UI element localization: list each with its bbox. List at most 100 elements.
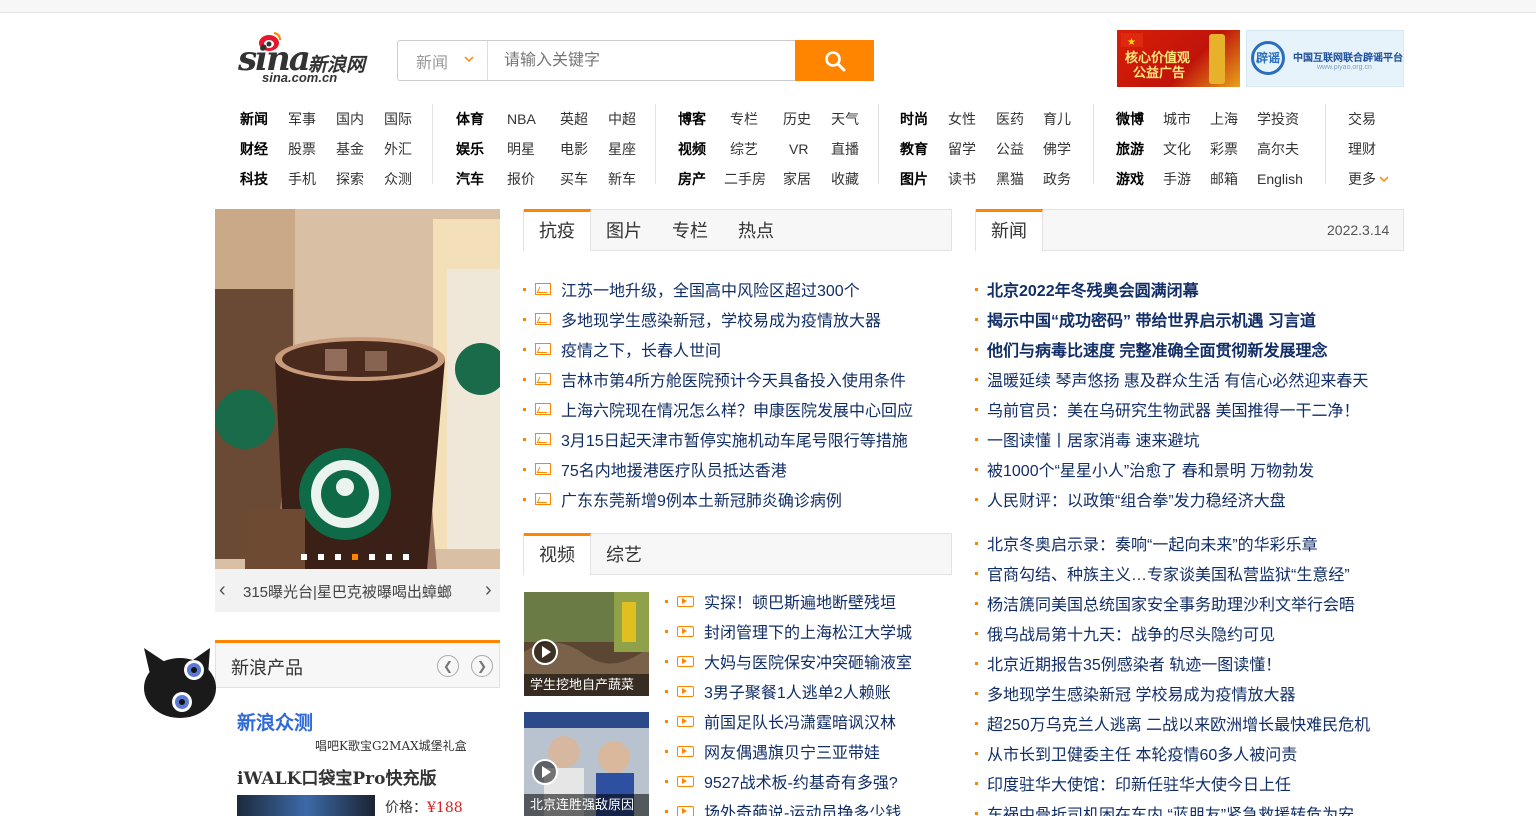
video-link[interactable]: 网友偶遇旗贝宁三亚带娃 bbox=[704, 739, 880, 763]
tab-pictures[interactable]: 图片 bbox=[591, 210, 657, 250]
news-link[interactable]: 被1000个“星星小人”治愈了 春和景明 万物勃发 bbox=[987, 457, 1314, 481]
video-link[interactable]: 实探！顿巴斯遍地断壁残垣 bbox=[704, 589, 896, 613]
news-link[interactable]: 人民财评：以政策“组合拳”发力稳经济大盘 bbox=[987, 487, 1286, 511]
nav-link[interactable]: 女性 bbox=[948, 109, 996, 129]
nav-link[interactable]: English bbox=[1257, 171, 1347, 187]
slider-caption[interactable]: 315曝光台|星巴克被曝喝出蟑螂 bbox=[243, 581, 452, 602]
nav-link[interactable]: 财经 bbox=[240, 139, 288, 159]
prev-circle-icon[interactable]: ❮ bbox=[437, 655, 459, 677]
news-link[interactable]: 多地现学生感染新冠 学校易成为疫情放大器 bbox=[987, 681, 1295, 705]
news-link[interactable]: 乌前官员：美在乌研究生物武器 美国推得一干二净！ bbox=[987, 397, 1359, 421]
nav-link[interactable]: 交易 bbox=[1348, 109, 1376, 129]
slider-dot[interactable] bbox=[335, 554, 341, 560]
nav-link[interactable]: 学投资 bbox=[1257, 109, 1347, 129]
video-link[interactable]: 前国足队长冯潇霆暗讽汉林 bbox=[704, 709, 896, 733]
nav-link[interactable]: 家居 bbox=[783, 169, 831, 189]
nav-link[interactable]: 电影 bbox=[560, 139, 608, 159]
video-link[interactable]: 场外奇葩说-运动员挣多少钱 bbox=[704, 799, 901, 816]
tab-columns[interactable]: 专栏 bbox=[657, 210, 723, 250]
nav-link[interactable]: 新车 bbox=[608, 169, 656, 189]
nav-link[interactable]: 房产 bbox=[678, 169, 724, 189]
nav-link[interactable]: 直播 bbox=[831, 139, 879, 159]
headline-link[interactable]: 北京2022年冬残奥会圆满闭幕 bbox=[987, 277, 1199, 301]
search-input[interactable] bbox=[488, 41, 796, 80]
video-link[interactable]: 封闭管理下的上海松江大学城 bbox=[704, 619, 912, 643]
nav-link[interactable]: 手游 bbox=[1163, 169, 1210, 189]
news-link[interactable]: 车祸中骨折司机困在车内 “蓝朋友”紧急救援转危为安 bbox=[987, 801, 1354, 816]
nav-link[interactable]: 时尚 bbox=[900, 109, 948, 129]
news-link[interactable]: 江苏一地升级，全国高中风险区超过300个 bbox=[561, 277, 860, 301]
tab-variety[interactable]: 综艺 bbox=[591, 534, 657, 574]
nav-link[interactable]: 二手房 bbox=[724, 169, 783, 189]
nav-link[interactable]: 理财 bbox=[1348, 139, 1376, 159]
nav-link[interactable]: 读书 bbox=[948, 169, 996, 189]
nav-link[interactable]: 邮箱 bbox=[1210, 169, 1257, 189]
nav-link[interactable]: 天气 bbox=[831, 109, 879, 129]
nav-link[interactable]: 微博 bbox=[1116, 109, 1163, 129]
slider-dot[interactable] bbox=[369, 554, 375, 560]
ad-core-values[interactable]: ★ 核心价值观 公益广告 bbox=[1117, 30, 1240, 87]
news-link[interactable]: 广东东莞新增9例本土新冠肺炎确诊病例 bbox=[561, 487, 842, 511]
nav-link[interactable]: 博客 bbox=[678, 109, 730, 129]
nav-link[interactable]: 明星 bbox=[507, 139, 560, 159]
product-sub[interactable]: 唱吧K歌宝G2MAX城堡礼盒 bbox=[315, 737, 467, 754]
news-link[interactable]: 北京冬奥启示录：奏响“一起向未来”的华彩乐章 bbox=[987, 531, 1318, 555]
search-button[interactable] bbox=[795, 40, 874, 81]
slide-image[interactable] bbox=[215, 209, 500, 570]
product-name[interactable]: iWALK口袋宝Pro快充版 bbox=[237, 764, 436, 789]
nav-link[interactable]: 娱乐 bbox=[456, 139, 507, 159]
nav-link[interactable]: 佛学 bbox=[1043, 139, 1091, 159]
nav-link[interactable]: 城市 bbox=[1163, 109, 1210, 129]
nav-link[interactable]: 星座 bbox=[608, 139, 656, 159]
nav-link[interactable]: 军事 bbox=[288, 109, 336, 129]
news-link[interactable]: 一图读懂丨居家消毒 速来避坑 bbox=[987, 427, 1199, 451]
next-arrow-icon[interactable]: › bbox=[485, 579, 492, 602]
news-link[interactable]: 吉林市第4所方舱医院预计今天具备投入使用条件 bbox=[561, 367, 906, 391]
news-link[interactable]: 俄乌战局第十九天：战争的尽头隐约可见 bbox=[987, 621, 1275, 645]
headline-link[interactable]: 他们与病毒比速度 完整准确全面贯彻新发展理念 bbox=[987, 337, 1327, 361]
tab-video[interactable]: 视频 bbox=[524, 533, 591, 575]
nav-link[interactable]: 上海 bbox=[1210, 109, 1257, 129]
nav-link[interactable]: 收藏 bbox=[831, 169, 879, 189]
tab-news[interactable]: 新闻 bbox=[976, 209, 1043, 251]
nav-link[interactable]: 报价 bbox=[507, 169, 560, 189]
nav-link[interactable]: 彩票 bbox=[1210, 139, 1257, 159]
nav-link[interactable]: 政务 bbox=[1043, 169, 1091, 189]
tab-hot[interactable]: 热点 bbox=[723, 210, 789, 250]
video-thumb[interactable]: 学生挖地自产蔬菜 bbox=[524, 592, 649, 696]
nav-link[interactable]: 买车 bbox=[560, 169, 608, 189]
headline-link[interactable]: 揭示中国“成功密码” 带给世界启示机遇 习言道 bbox=[987, 307, 1316, 331]
search-type-select[interactable]: 新闻 bbox=[398, 41, 488, 80]
nav-link[interactable]: 医药 bbox=[996, 109, 1043, 129]
news-link[interactable]: 北京近期报告35例感染者 轨迹一图读懂！ bbox=[987, 651, 1281, 675]
video-link[interactable]: 3男子聚餐1人逃单2人赖账 bbox=[704, 679, 891, 703]
news-link[interactable]: 杨洁篪同美国总统国家安全事务助理沙利文举行会晤 bbox=[987, 591, 1355, 615]
news-link[interactable]: 印度驻华大使馆：印新任驻华大使今日上任 bbox=[987, 771, 1291, 795]
nav-link[interactable]: 中超 bbox=[608, 109, 656, 129]
news-link[interactable]: 从市长到卫健委主任 本轮疫情60多人被问责 bbox=[987, 741, 1297, 765]
nav-link[interactable]: NBA bbox=[507, 111, 560, 127]
news-link[interactable]: 超250万乌克兰人逃离 二战以来欧洲增长最快难民危机 bbox=[987, 711, 1370, 735]
product-brand[interactable]: 新浪众测 bbox=[237, 708, 313, 735]
slider-dot[interactable] bbox=[318, 554, 324, 560]
nav-link[interactable]: 手机 bbox=[288, 169, 336, 189]
nav-link[interactable]: 旅游 bbox=[1116, 139, 1163, 159]
video-thumb[interactable]: 北京连胜强敌原因 bbox=[524, 712, 649, 816]
next-circle-icon[interactable]: ❯ bbox=[471, 655, 493, 677]
ad-piyao[interactable]: 辟谣 中国互联网联合辟谣平台 www.piyao.org.cn bbox=[1246, 30, 1404, 87]
nav-link[interactable]: 基金 bbox=[336, 139, 384, 159]
news-link[interactable]: 官商勾结、种族主义…专家谈美国私营监狱“生意经” bbox=[987, 561, 1350, 585]
nav-link[interactable]: 留学 bbox=[948, 139, 996, 159]
news-link[interactable]: 75名内地援港医疗队员抵达香港 bbox=[561, 457, 787, 481]
tab-epidemic[interactable]: 抗疫 bbox=[524, 209, 591, 251]
prev-arrow-icon[interactable]: ‹ bbox=[219, 579, 226, 602]
nav-link[interactable]: 教育 bbox=[900, 139, 948, 159]
nav-link[interactable]: 综艺 bbox=[730, 139, 783, 159]
nav-link[interactable]: 专栏 bbox=[730, 109, 783, 129]
nav-link[interactable]: 历史 bbox=[783, 109, 831, 129]
nav-link[interactable]: 科技 bbox=[240, 169, 288, 189]
cat-mascot-icon[interactable] bbox=[140, 644, 220, 724]
nav-link[interactable]: 视频 bbox=[678, 139, 730, 159]
nav-link[interactable]: 众测 bbox=[384, 169, 432, 189]
nav-link[interactable]: 国际 bbox=[384, 109, 432, 129]
